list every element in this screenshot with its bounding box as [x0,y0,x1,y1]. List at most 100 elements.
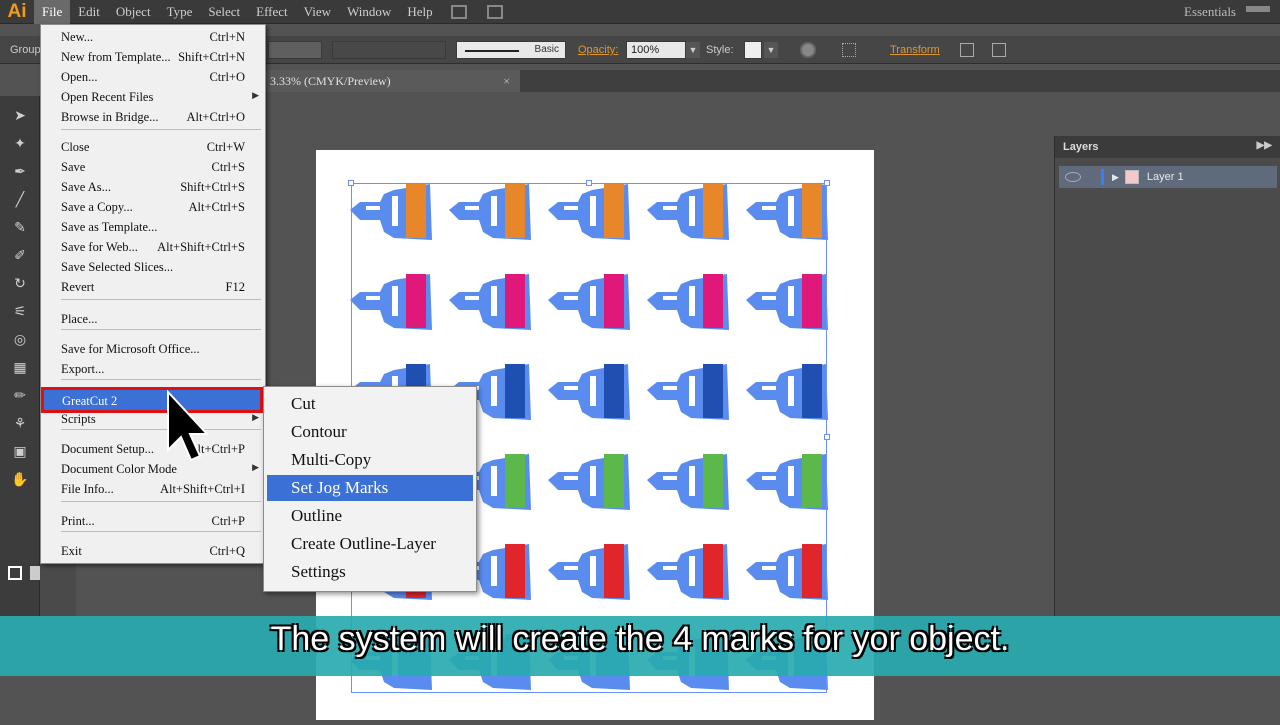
collapse-panel-icon[interactable]: ▶▶ [1257,140,1272,151]
shortcut-label: Ctrl+S [211,160,245,174]
document-tab[interactable]: 3.33% (CMYK/Preview) × [266,70,520,92]
file-menu-item[interactable]: Open Recent Files ▶ [41,87,265,107]
file-menu-item[interactable]: Revert F12 [41,277,265,297]
stroke-swatch-icon[interactable] [8,566,22,580]
file-menu-item[interactable]: Exit Ctrl+Q [41,541,265,561]
file-menu-item-label: Save As... [61,180,111,194]
arrange-documents-icon[interactable] [486,4,503,19]
fill-stroke-field[interactable] [268,41,322,59]
file-menu-item[interactable]: Save Selected Slices... [41,257,265,277]
file-menu-item-label: Document Color Mode [61,462,177,476]
menu-window[interactable]: Window [339,0,399,24]
menu-select[interactable]: Select [200,0,248,24]
bounding-handle[interactable] [348,180,354,186]
selection-tool-icon[interactable]: ➤ [10,106,30,124]
bounding-handle[interactable] [586,180,592,186]
shape-builder-tool-icon[interactable]: ◎ [10,330,30,348]
file-menu-item-label: GreatCut 2 [62,394,118,408]
mesh-tool-icon[interactable]: ▦ [10,358,30,376]
bridge-icon[interactable] [450,4,467,19]
pen-tool-icon[interactable]: ✒ [10,162,30,180]
file-menu-item[interactable]: Close Ctrl+W [41,137,265,157]
file-menu-item[interactable]: Browse in Bridge... Alt+Ctrl+O [41,107,265,127]
file-menu-item-label: Document Setup... [61,442,155,456]
transform-link[interactable]: Transform [890,44,940,56]
hand-tool-icon[interactable]: ✋ [10,470,30,488]
file-menu-item-label: New from Template... [61,50,171,64]
file-menu-item-label: Save Selected Slices... [61,260,174,274]
greatcut-menu-item[interactable]: Outline [267,503,473,529]
panel-options-icon[interactable] [992,43,1006,57]
align-icon[interactable] [842,43,856,57]
paintbrush-tool-icon[interactable]: ✎ [10,218,30,236]
menu-object[interactable]: Object [108,0,159,24]
opacity-label[interactable]: Opacity: [578,44,618,56]
shortcut-label: Ctrl+P [211,514,245,528]
file-menu-item[interactable]: Export... [41,359,265,379]
blob-brush-tool-icon[interactable]: ✐ [10,246,30,264]
style-dropdown-icon[interactable]: ▼ [764,42,778,58]
menu-file[interactable]: File [34,0,71,24]
file-menu-item[interactable]: Save Ctrl+S [41,157,265,177]
file-menu-item[interactable]: Document Color Mode ▶ [41,459,265,479]
file-menu-item[interactable]: Scripts ▶ [41,409,265,429]
file-menu-item[interactable]: Save as Template... [41,217,265,237]
greatcut-menu-item[interactable]: Settings [267,559,473,585]
file-menu-item-label: Open... [61,70,98,84]
file-menu-item[interactable]: Print... Ctrl+P [41,511,265,531]
greatcut-menu-item[interactable]: Create Outline-Layer [267,531,473,557]
file-menu-item[interactable]: Save for Microsoft Office... [41,339,265,359]
symbol-sprayer-tool-icon[interactable]: ⚘ [10,414,30,432]
shortcut-label: Shift+Ctrl+S [180,180,245,194]
bounding-handle[interactable] [824,434,830,440]
file-menu-item[interactable]: New from Template... Shift+Ctrl+N [41,47,265,67]
magic-wand-tool-icon[interactable]: ✦ [10,134,30,152]
width-tool-icon[interactable]: ⚟ [10,302,30,320]
file-menu-item[interactable]: Document Setup... Alt+Ctrl+P [41,439,265,459]
style-label: Style: [706,44,734,56]
menu-type[interactable]: Type [159,0,201,24]
file-menu-item[interactable]: New... Ctrl+N [41,27,265,47]
graphic-style-swatch[interactable] [744,41,762,59]
workspace-switcher[interactable]: Essentials [1184,4,1236,20]
opacity-field[interactable]: 100% [626,41,686,59]
selection-type-label: Group [10,44,41,56]
opacity-dropdown-icon[interactable]: ▼ [686,42,700,58]
menu-help[interactable]: Help [399,0,440,24]
eyedropper-tool-icon[interactable]: ✏ [10,386,30,404]
layer-name[interactable]: Layer 1 [1147,171,1184,183]
recolor-artwork-icon[interactable] [800,42,816,58]
line-tool-icon[interactable]: ╱ [10,190,30,208]
layer-row[interactable]: ▶ Layer 1 [1059,166,1277,188]
greatcut-menu-item[interactable]: Multi-Copy [267,447,473,473]
variable-width-field[interactable] [332,41,446,59]
file-menu-item[interactable]: Save As... Shift+Ctrl+S [41,177,265,197]
rotate-tool-icon[interactable]: ↻ [10,274,30,292]
file-menu-item[interactable]: Save for Web... Alt+Shift+Ctrl+S [41,237,265,257]
file-menu-item[interactable]: Open... Ctrl+O [41,67,265,87]
file-menu-item-label: New... [61,30,94,44]
video-caption: The system will create the 4 marks for y… [270,620,1010,658]
file-menu-item-label: Save a Copy... [61,200,133,214]
menu-effect[interactable]: Effect [248,0,296,24]
file-menu-item[interactable]: Place... [41,309,265,329]
greatcut-menu-item[interactable]: Cut [267,391,473,417]
isolate-group-icon[interactable] [960,43,974,57]
menu-view[interactable]: View [296,0,339,24]
visibility-eye-icon[interactable] [1065,172,1081,182]
menu-separator [61,129,261,130]
minimize-icon[interactable] [1246,6,1270,12]
close-tab-icon[interactable]: × [503,74,510,89]
shortcut-label: Ctrl+W [206,140,245,154]
file-menu-item[interactable]: File Info... Alt+Shift+Ctrl+I [41,479,265,499]
bounding-handle[interactable] [824,180,830,186]
artboard-tool-icon[interactable]: ▣ [10,442,30,460]
greatcut-menu-item[interactable]: Contour [267,419,473,445]
greatcut-menu-item[interactable]: Set Jog Marks [267,475,473,501]
stroke-style-field[interactable]: Basic [456,41,566,59]
shortcut-label: Alt+Ctrl+S [188,200,245,214]
menu-edit[interactable]: Edit [70,0,108,24]
file-menu-item[interactable]: Save a Copy... Alt+Ctrl+S [41,197,265,217]
expand-layer-icon[interactable]: ▶ [1112,172,1119,183]
submenu-arrow-icon: ▶ [252,462,259,472]
